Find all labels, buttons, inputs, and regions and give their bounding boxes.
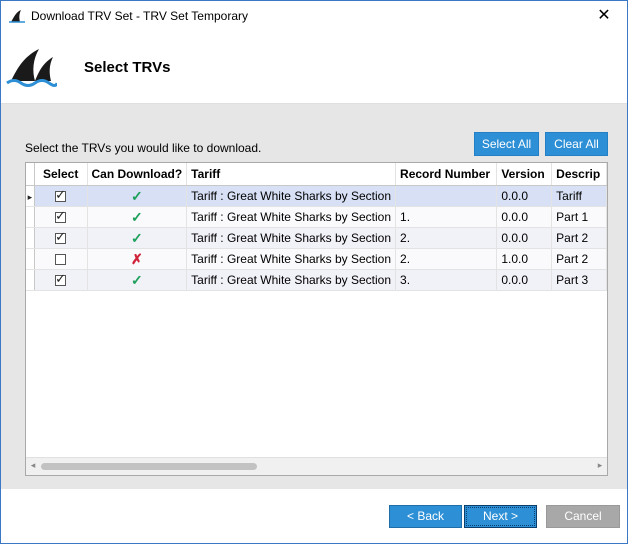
grid-body: ▸ ✓ ✓ Tariff : Great White Sharks by Sectio… (26, 185, 607, 291)
content-area: Select the TRVs you would like to downlo… (1, 104, 627, 489)
version-cell: 0.0.0 (496, 227, 553, 249)
grid-header-row: Select Can Download? Tariff Record Numbe… (26, 163, 607, 186)
close-button[interactable]: ✕ (581, 1, 627, 31)
record-number-cell (395, 185, 498, 207)
can-download-cell: ✓ (87, 206, 188, 228)
page-title: Select TRVs (84, 59, 171, 76)
can-download-cell: ✓ (87, 227, 188, 249)
trv-grid: Select Can Download? Tariff Record Numbe… (25, 162, 608, 476)
can-download-cell: ✗ (87, 248, 188, 270)
description-cell: Part 1 (551, 206, 607, 228)
tariff-cell: Tariff : Great White Sharks by Section (186, 185, 397, 207)
select-cell[interactable]: ✓ (34, 227, 88, 249)
description-cell: Part 2 (551, 227, 607, 249)
can-download-cell: ✓ (87, 269, 188, 291)
scroll-left-icon[interactable]: ◂ (27, 460, 39, 471)
scroll-right-icon[interactable]: ▸ (594, 460, 606, 471)
row-header[interactable]: ▸ (26, 185, 35, 207)
clear-all-button[interactable]: Clear All (545, 132, 608, 156)
instructions-text: Select the TRVs you would like to downlo… (25, 141, 262, 155)
description-cell: Tariff (551, 185, 607, 207)
row-pointer-icon: ▸ (27, 192, 33, 202)
table-row[interactable]: ▸ ✓ ✓ Tariff : Great White Sharks by Sectio… (26, 185, 607, 207)
check-mark-icon: ✓ (130, 271, 143, 288)
column-header-select[interactable]: Select (34, 163, 88, 186)
row-header-corner (26, 163, 35, 186)
table-row[interactable]: ✗ Tariff : Great White Sharks by Section 2… (26, 248, 607, 270)
cancel-button[interactable]: Cancel (546, 505, 620, 528)
select-checkbox[interactable]: ✓ (55, 271, 67, 287)
select-checkbox[interactable] (55, 254, 67, 266)
version-cell: 1.0.0 (496, 248, 553, 270)
select-cell[interactable] (34, 248, 88, 270)
shark-fin-logo-icon (6, 49, 57, 87)
scrollbar-thumb[interactable] (41, 463, 257, 470)
select-checkbox[interactable]: ✓ (55, 187, 67, 203)
record-number-cell: 1. (395, 206, 498, 228)
row-header[interactable] (26, 248, 35, 270)
wizard-header: Select TRVs (1, 31, 627, 103)
version-cell: 0.0.0 (496, 269, 553, 291)
check-icon: ✓ (55, 208, 67, 224)
select-cell[interactable]: ✓ (34, 206, 88, 228)
cross-mark-icon: ✗ (130, 250, 143, 267)
table-row[interactable]: ✓ ✓ Tariff : Great White Sharks by Section… (26, 269, 607, 291)
tariff-cell: Tariff : Great White Sharks by Section (186, 248, 397, 270)
next-button[interactable]: Next > (464, 505, 537, 528)
table-row[interactable]: ✓ ✓ Tariff : Great White Sharks by Section… (26, 227, 607, 249)
description-cell: Part 3 (551, 269, 607, 291)
record-number-cell: 3. (395, 269, 498, 291)
table-row[interactable]: ✓ ✓ Tariff : Great White Sharks by Section… (26, 206, 607, 228)
column-header-description[interactable]: Descrip (551, 163, 607, 186)
select-all-button[interactable]: Select All (474, 132, 539, 156)
version-cell: 0.0.0 (496, 206, 553, 228)
dialog-window: Download TRV Set - TRV Set Temporary ✕ S… (0, 0, 628, 544)
tariff-cell: Tariff : Great White Sharks by Section (186, 227, 397, 249)
select-checkbox[interactable]: ✓ (55, 208, 67, 224)
horizontal-scrollbar[interactable]: ◂ ▸ (26, 457, 607, 475)
record-number-cell: 2. (395, 227, 498, 249)
back-button[interactable]: < Back (389, 505, 462, 528)
select-checkbox[interactable]: ✓ (55, 229, 67, 245)
check-mark-icon: ✓ (130, 187, 143, 204)
close-icon: ✕ (597, 7, 611, 24)
check-icon: ✓ (55, 187, 67, 203)
tariff-cell: Tariff : Great White Sharks by Section (186, 269, 397, 291)
column-header-version[interactable]: Version (496, 163, 553, 186)
version-cell: 0.0.0 (496, 185, 553, 207)
select-cell[interactable]: ✓ (34, 185, 88, 207)
tariff-cell: Tariff : Great White Sharks by Section (186, 206, 397, 228)
check-icon: ✓ (55, 271, 67, 287)
column-header-can-download[interactable]: Can Download? (87, 163, 188, 186)
row-header[interactable] (26, 206, 35, 228)
window-title: Download TRV Set - TRV Set Temporary (31, 9, 248, 23)
can-download-cell: ✓ (87, 185, 188, 207)
description-cell: Part 2 (551, 248, 607, 270)
column-header-record-number[interactable]: Record Number (395, 163, 498, 186)
row-header[interactable] (26, 227, 35, 249)
check-mark-icon: ✓ (130, 208, 143, 225)
column-header-tariff[interactable]: Tariff (186, 163, 397, 186)
select-cell[interactable]: ✓ (34, 269, 88, 291)
wizard-footer: < Back Next > Cancel (1, 489, 627, 543)
title-bar: Download TRV Set - TRV Set Temporary ✕ (1, 1, 627, 31)
check-mark-icon: ✓ (130, 229, 143, 246)
record-number-cell: 2. (395, 248, 498, 270)
row-header[interactable] (26, 269, 35, 291)
check-icon: ✓ (55, 229, 67, 245)
trv-table: Select Can Download? Tariff Record Numbe… (26, 163, 607, 291)
shark-fin-icon (9, 10, 25, 23)
